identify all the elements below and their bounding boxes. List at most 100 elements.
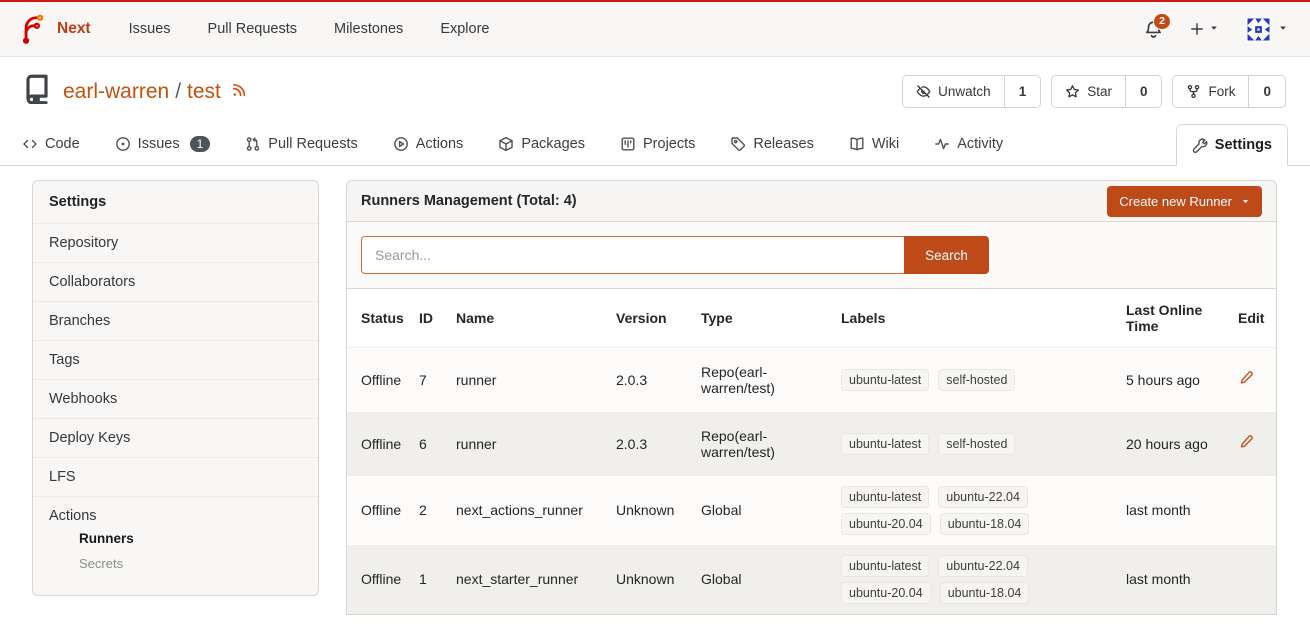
nav-link-milestones[interactable]: Milestones bbox=[334, 21, 403, 37]
cell-edit bbox=[1230, 412, 1276, 476]
edit-runner-button[interactable] bbox=[1238, 370, 1254, 386]
fork-count[interactable]: 0 bbox=[1248, 76, 1285, 107]
sidebar-item-label: Deploy Keys bbox=[49, 430, 130, 446]
sidebar-subitem-runners[interactable]: Runners bbox=[49, 526, 302, 551]
issue-icon bbox=[115, 136, 131, 152]
sidebar-item-label: LFS bbox=[49, 469, 76, 485]
tab-projects[interactable]: Projects bbox=[620, 123, 695, 165]
fork-button[interactable]: Fork bbox=[1173, 76, 1248, 107]
tab-packages[interactable]: Packages bbox=[498, 123, 585, 165]
sidebar-item-tags[interactable]: Tags bbox=[33, 340, 318, 379]
tab-issues[interactable]: Issues1 bbox=[115, 123, 211, 165]
sidebar-item-label: Branches bbox=[49, 313, 110, 329]
tab-activity[interactable]: Activity bbox=[934, 123, 1003, 165]
user-menu-button[interactable] bbox=[1245, 16, 1288, 43]
runner-label-badge: ubuntu-latest bbox=[841, 433, 929, 455]
cell-id: 7 bbox=[411, 348, 448, 412]
edit-runner-button[interactable] bbox=[1238, 434, 1254, 450]
search-input[interactable] bbox=[361, 236, 904, 274]
tab-label: Code bbox=[45, 136, 80, 152]
package-icon bbox=[498, 136, 514, 152]
repo-separator: / bbox=[175, 80, 181, 104]
create-new-runner-button[interactable]: Create new Runner bbox=[1107, 186, 1262, 217]
page-title: Runners Management (Total: 4) bbox=[361, 193, 577, 209]
cell-edit bbox=[1230, 545, 1276, 614]
cell-name: runner bbox=[448, 348, 608, 412]
sidebar-item-webhooks[interactable]: Webhooks bbox=[33, 379, 318, 418]
cell-version: Unknown bbox=[608, 545, 693, 614]
tab-label: Wiki bbox=[872, 136, 899, 152]
sidebar-item-branches[interactable]: Branches bbox=[33, 301, 318, 340]
search-section: Search bbox=[346, 222, 1277, 289]
nav-link-issues[interactable]: Issues bbox=[129, 21, 171, 37]
create-menu-button[interactable] bbox=[1189, 20, 1219, 38]
runner-label-badge: self-hosted bbox=[938, 369, 1015, 391]
code-icon bbox=[22, 136, 38, 152]
cell-labels: ubuntu-latestself-hosted bbox=[833, 348, 1118, 412]
runner-label-badge: ubuntu-latest bbox=[841, 486, 929, 508]
tab-pull-requests[interactable]: Pull Requests bbox=[245, 123, 357, 165]
cell-last-online-time: 20 hours ago bbox=[1118, 412, 1230, 476]
column-header-version: Version bbox=[608, 289, 693, 348]
panel-header: Runners Management (Total: 4) Create new… bbox=[346, 180, 1277, 222]
search-button[interactable]: Search bbox=[904, 236, 989, 274]
forgejo-logo-icon[interactable] bbox=[18, 14, 48, 44]
cell-name: runner bbox=[448, 412, 608, 476]
book-icon bbox=[849, 136, 865, 152]
cell-version: 2.0.3 bbox=[608, 348, 693, 412]
runner-label-badge: ubuntu-18.04 bbox=[940, 582, 1030, 604]
cell-last-online-time: last month bbox=[1118, 476, 1230, 545]
table-row: Offline2next_actions_runnerUnknownGlobal… bbox=[347, 476, 1276, 545]
repo-name-link[interactable]: test bbox=[187, 80, 221, 104]
nav-links: Issues Pull Requests Milestones Explore bbox=[129, 21, 490, 37]
sidebar-subitem-secrets[interactable]: Secrets bbox=[49, 551, 302, 576]
star-count[interactable]: 0 bbox=[1125, 76, 1162, 107]
tag-icon bbox=[730, 136, 746, 152]
rss-icon[interactable] bbox=[227, 80, 247, 104]
cell-edit bbox=[1230, 476, 1276, 545]
cell-id: 6 bbox=[411, 412, 448, 476]
sidebar-item-deploy-keys[interactable]: Deploy Keys bbox=[33, 418, 318, 457]
nav-link-pull-requests[interactable]: Pull Requests bbox=[208, 21, 297, 37]
sidebar-item-label: Actions bbox=[49, 508, 97, 524]
repo-owner-link[interactable]: earl-warren bbox=[63, 80, 169, 104]
table-row: Offline7runner2.0.3Repo(earl-warren/test… bbox=[347, 348, 1276, 412]
runner-label-badge: ubuntu-20.04 bbox=[841, 582, 931, 604]
tab-actions[interactable]: Actions bbox=[393, 123, 464, 165]
sidebar-item-actions[interactable]: Actions RunnersSecrets bbox=[33, 496, 318, 595]
activity-icon bbox=[934, 136, 950, 152]
tab-label: Activity bbox=[957, 136, 1003, 152]
sidebar-item-label: Collaborators bbox=[49, 274, 135, 290]
repo-tabbar: Code Issues1 Pull Requests Actions Packages P… bbox=[0, 123, 1310, 166]
tab-label: Settings bbox=[1215, 137, 1272, 153]
runner-label-badge: ubuntu-latest bbox=[841, 555, 929, 577]
sidebar-item-label: Webhooks bbox=[49, 391, 117, 407]
sidebar-item-repository[interactable]: Repository bbox=[33, 223, 318, 262]
tab-code[interactable]: Code bbox=[22, 123, 80, 165]
unwatch-count[interactable]: 1 bbox=[1004, 76, 1041, 107]
unwatch-label: Unwatch bbox=[938, 84, 991, 99]
nav-link-explore[interactable]: Explore bbox=[440, 21, 489, 37]
unwatch-button[interactable]: Unwatch bbox=[903, 76, 1004, 107]
runner-labels: ubuntu-latestubuntu-22.04ubuntu-20.04ubu… bbox=[841, 486, 1036, 535]
fork-icon bbox=[1186, 84, 1201, 99]
tab-label: Issues bbox=[138, 136, 180, 152]
tools-icon bbox=[1192, 137, 1208, 153]
star-button[interactable]: Star bbox=[1052, 76, 1125, 107]
unwatch-button-group: Unwatch 1 bbox=[902, 75, 1041, 108]
tab-settings[interactable]: Settings bbox=[1176, 124, 1288, 166]
repo-title: earl-warren / test bbox=[63, 80, 247, 104]
tab-releases[interactable]: Releases bbox=[730, 123, 813, 165]
tab-wiki[interactable]: Wiki bbox=[849, 123, 899, 165]
chevron-down-icon bbox=[1278, 20, 1288, 38]
sidebar-item-collaborators[interactable]: Collaborators bbox=[33, 262, 318, 301]
cell-status: Offline bbox=[347, 545, 411, 614]
cell-version: 2.0.3 bbox=[608, 412, 693, 476]
cell-name: next_starter_runner bbox=[448, 545, 608, 614]
cell-id: 1 bbox=[411, 545, 448, 614]
brand-link[interactable]: Next bbox=[57, 20, 91, 38]
column-header-edit: Edit bbox=[1230, 289, 1276, 348]
runner-labels: ubuntu-latestself-hosted bbox=[841, 433, 1036, 455]
notifications-button[interactable]: 2 bbox=[1144, 20, 1163, 39]
sidebar-item-lfs[interactable]: LFS bbox=[33, 457, 318, 496]
